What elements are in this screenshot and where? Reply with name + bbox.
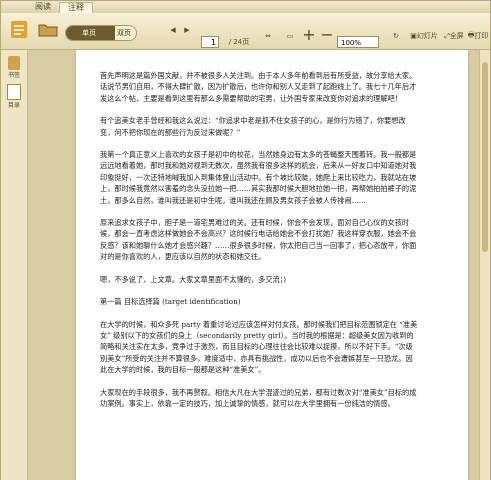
paragraph: 嗯，不多说了，上文章。大家文章里面不太懂的，多交流；) (100, 274, 287, 284)
print-icon: 🖶 (467, 30, 475, 39)
tab-annotate[interactable]: 注释 (59, 2, 93, 13)
page-number-input[interactable]: 1 (201, 36, 219, 48)
zoom-in-icon[interactable]: + (302, 25, 316, 44)
fit-page-icon[interactable]: ▭ (281, 28, 299, 44)
document-viewport[interactable]: 首先声明这是篇外国文献，并不被很多人关注到。由于本人多年前看到后有所受益，故分享… (28, 50, 481, 480)
double-page-button[interactable]: 双页 (101, 26, 150, 40)
logo-icon (7, 16, 31, 42)
reader-window: 阅读 注释 单页 双页 ◀ ▶ 1 / 24页 ⇔ ▭ + − 100% ↻ ▣… (0, 0, 491, 480)
sidebar-item-label: 目录 (7, 102, 20, 109)
zoom-select[interactable]: 100% (337, 36, 379, 48)
next-page-icon[interactable]: ▶ (181, 22, 193, 38)
section-heading: 第一篇 目标选择篇 (target identification) (100, 297, 241, 307)
paragraph: 首先声明这是篇外国文献，并不被很多人关注到。由于本人多年前看到后有所受益，故分享… (100, 71, 417, 103)
tab-read[interactable]: 阅读 (27, 2, 59, 12)
print-button[interactable]: 🖶 打印 (467, 28, 489, 44)
rotate-icon[interactable]: ↻ (387, 28, 405, 44)
fullscreen-label: 全屏 (449, 32, 464, 40)
scroll-thumb[interactable] (482, 62, 488, 252)
vertical-scrollbar[interactable] (479, 50, 490, 480)
document-page: 首先声明这是篇外国文献，并不被很多人关注到。由于本人多年前看到后有所受益，故分享… (76, 50, 468, 480)
paragraph: 我第一个真正意义上喜欢的女孩子是初中的校花，当然她身边有太多的苍蝇整天围着转。我… (100, 150, 417, 205)
toc-icon (7, 84, 21, 100)
toolbar: 单页 双页 ◀ ▶ 1 / 24页 ⇔ ▭ + − 100% ↻ ▣ 幻灯片 ⤢… (1, 13, 490, 50)
slideshow-label: 幻灯片 (416, 32, 438, 40)
sidebar-item-bookmarks[interactable]: 书签 (3, 56, 25, 79)
paragraph: 大家现在的手段很多，我不再赘叙。相信大凡在大学混迹过的兄弟，都有过数次对“准美女… (100, 387, 417, 408)
paragraph: 有个追美女老手曾经和我这么说过：“你追求中老是抓不住女孩子的心，是你行为错了，你… (100, 116, 406, 137)
bookmark-icon (8, 56, 20, 70)
zoom-out-icon[interactable]: − (320, 25, 334, 44)
fit-width-icon[interactable]: ⇔ (259, 28, 277, 44)
fullscreen-button[interactable]: ⤢ 全屏 (441, 28, 467, 44)
previous-page-icon[interactable]: ◀ (167, 22, 179, 38)
open-folder-icon[interactable] (37, 18, 59, 40)
sidebar-item-toc[interactable]: 目录 (3, 84, 25, 109)
slideshow-icon: ▣ (410, 32, 417, 40)
slideshow-button[interactable]: ▣ 幻灯片 (407, 28, 441, 44)
page-total-label: / 24页 (228, 38, 250, 46)
paragraph: 在大学的时候，和众多死 party 着重讨论过应该怎样对付女孩。那时候我们把目标… (100, 319, 418, 375)
sidebar: 书签 目录 (1, 50, 28, 480)
page-text: 首先声明这是篇外国文献，并不被很多人关注到。由于本人多年前看到后有所受益，故分享… (100, 70, 418, 420)
paragraph: 原来追求女孩子中，胆子是一道宅男难过的关。还有时候，你会不会发现，面对自己心仪的… (100, 218, 417, 262)
sidebar-item-label: 书签 (7, 72, 20, 79)
print-label: 打印 (474, 32, 489, 40)
view-mode-toggle[interactable]: 单页 双页 (65, 25, 137, 41)
